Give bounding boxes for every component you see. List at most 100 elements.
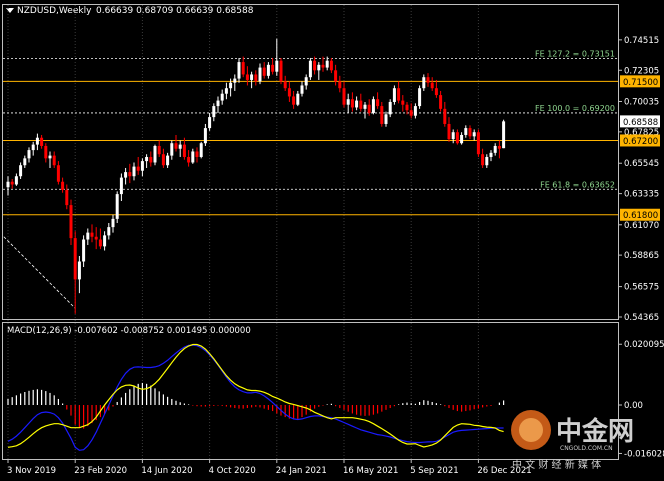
candle-body <box>140 161 144 171</box>
candle-body <box>296 93 300 105</box>
candle-body <box>77 261 81 280</box>
candle-body <box>73 238 77 280</box>
candle-body <box>464 128 468 135</box>
candle <box>35 133 39 151</box>
y-tick-label: 0.56575 <box>624 283 659 293</box>
candle-body <box>111 218 115 228</box>
candle <box>128 163 132 184</box>
candle <box>296 90 300 107</box>
watermark-brand: 中金网 <box>556 416 634 447</box>
candle <box>493 143 497 156</box>
candle <box>10 178 14 189</box>
candle <box>40 134 44 149</box>
candle-body <box>178 144 182 149</box>
candle <box>98 228 102 250</box>
candle-body <box>355 100 359 108</box>
candle <box>254 70 258 86</box>
candle-body <box>455 132 459 144</box>
candle <box>208 112 212 131</box>
candle <box>178 140 182 157</box>
candle <box>317 62 321 80</box>
candle <box>241 56 245 78</box>
y-tick-label: 0.61070 <box>624 221 659 231</box>
candle <box>443 101 447 127</box>
candle-body <box>14 176 18 185</box>
y-tick-label: 0.74515 <box>624 36 659 46</box>
candle-body <box>216 100 220 107</box>
candle <box>69 199 73 245</box>
candle <box>44 143 48 163</box>
candle-body <box>472 132 476 137</box>
candle-body <box>157 145 161 155</box>
candle <box>502 119 506 149</box>
candle-body <box>69 205 73 239</box>
triangle-down-icon[interactable] <box>6 8 14 13</box>
candle <box>224 82 228 100</box>
candle <box>48 151 52 168</box>
current-price-label: 0.68588 <box>623 118 658 128</box>
candle-body <box>397 88 401 101</box>
candle-body <box>363 104 367 109</box>
candle-body <box>376 99 380 107</box>
candle-body <box>367 104 371 113</box>
candle <box>73 231 77 314</box>
candle <box>258 63 262 85</box>
candle-body <box>317 64 321 71</box>
candle <box>132 162 136 181</box>
candle-body <box>275 60 279 72</box>
candle-body <box>497 145 501 149</box>
candle <box>233 74 237 91</box>
candle <box>363 101 367 119</box>
candle <box>94 227 98 250</box>
candle-body <box>199 143 203 157</box>
candle <box>418 85 422 109</box>
candle-body <box>434 88 438 96</box>
y-tick-label: 0.72305 <box>624 66 659 76</box>
candle <box>266 62 270 79</box>
level-price-label: 0.61800 <box>623 211 658 221</box>
candle <box>275 38 279 76</box>
candle <box>31 141 35 156</box>
candle-body <box>460 134 464 144</box>
macd-y-tick-label: 0.00 <box>624 401 643 411</box>
candle-body <box>208 117 212 129</box>
candle <box>140 158 144 177</box>
candle <box>380 101 384 127</box>
candle-body <box>292 96 296 105</box>
fib-level-label: FE 61.8 = 0.63652 <box>540 180 615 189</box>
candle-body <box>61 181 65 190</box>
candle <box>61 177 65 193</box>
candle <box>77 256 81 294</box>
candle-body <box>342 88 346 105</box>
candle <box>472 129 476 141</box>
candle-body <box>19 165 23 177</box>
candle-body <box>413 106 417 116</box>
candle <box>430 77 434 91</box>
candle-body <box>409 110 413 116</box>
candle <box>82 235 86 268</box>
candle <box>455 129 459 145</box>
candle-body <box>254 74 258 82</box>
macd-y-tick-label: 0.020095 <box>624 340 664 350</box>
candle <box>262 62 266 79</box>
candle-body <box>145 156 149 162</box>
candle <box>355 96 359 111</box>
candle-body <box>119 177 123 195</box>
candle <box>426 73 430 87</box>
chart-svg: NZDUSD,Weekly 0.66639 0.68709 0.66639 0.… <box>2 4 664 476</box>
candle <box>187 150 191 167</box>
candle <box>90 224 94 243</box>
candle-body <box>86 232 90 240</box>
candle <box>23 155 27 168</box>
candle-body <box>212 106 216 118</box>
candle-body <box>136 166 140 171</box>
candle <box>464 125 468 138</box>
candle-body <box>90 232 94 237</box>
candle <box>481 148 485 168</box>
trend-line <box>3 236 76 309</box>
x-tick-label: 14 Jun 2020 <box>141 466 192 476</box>
candle <box>334 64 338 86</box>
candle-body <box>56 165 60 182</box>
candle-body <box>313 60 317 71</box>
candle-body <box>149 156 153 163</box>
